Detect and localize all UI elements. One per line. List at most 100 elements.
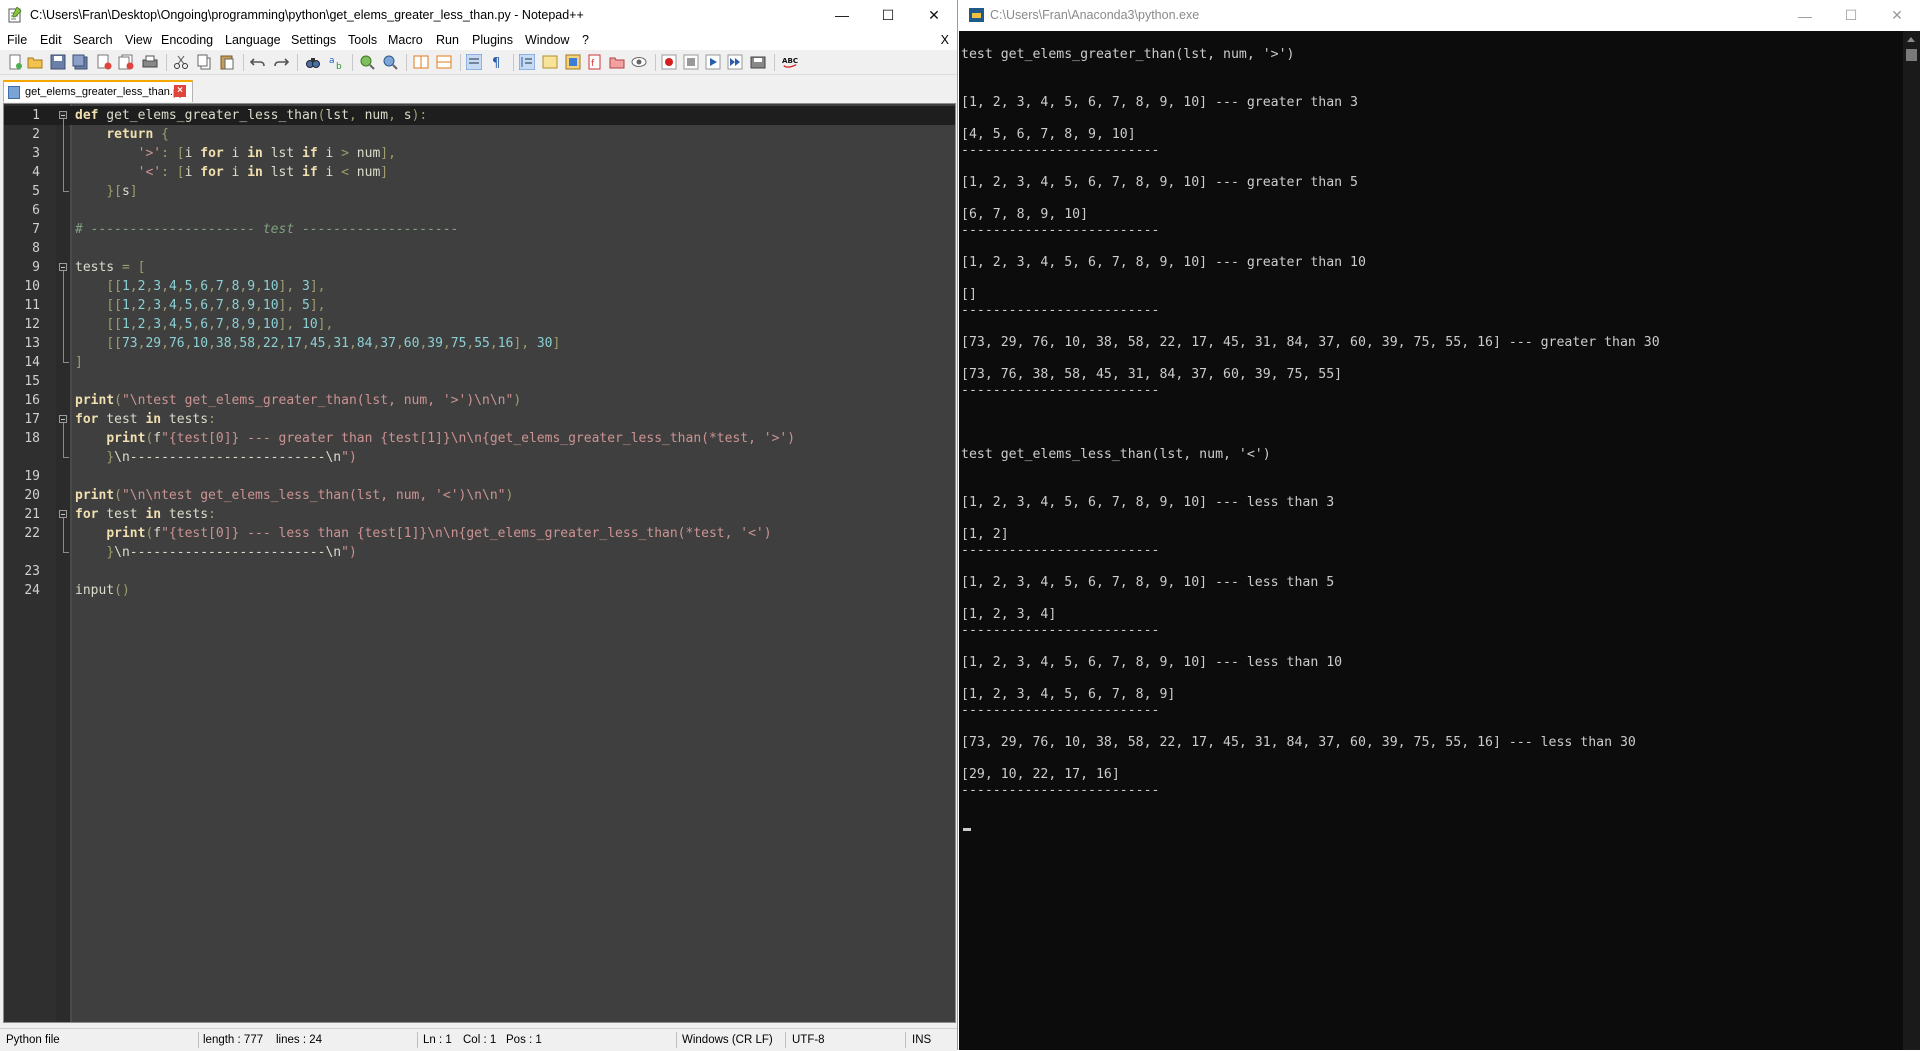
record-macro-icon[interactable] [661, 54, 677, 70]
open-file-icon[interactable] [27, 54, 43, 70]
code-line[interactable]: 21 for test in tests: [4, 505, 955, 524]
find-icon[interactable] [305, 54, 321, 70]
code-line[interactable]: 2 return { [4, 125, 955, 144]
copy-icon[interactable] [196, 54, 212, 70]
console-maximize-button[interactable]: ☐ [1828, 0, 1874, 31]
close-all-icon[interactable] [118, 54, 134, 70]
console-line: [1, 2, 3, 4, 5, 6, 7, 8, 9, 10] --- less… [961, 575, 1335, 590]
code-line[interactable]: 15 [4, 372, 955, 391]
code-line[interactable]: 13 [[73,29,76,10,38,58,22,17,45,31,84,37… [4, 334, 955, 353]
code-line[interactable]: 7 # --------------------- test ----------… [4, 220, 955, 239]
code-line[interactable]: 3 '>': [i for i in lst if i > num], [4, 144, 955, 163]
menu-search[interactable]: Search [73, 30, 113, 50]
code-line[interactable]: 1 def get_elems_greater_less_than(lst, nu… [4, 106, 955, 125]
close-file-icon[interactable] [96, 54, 112, 70]
code-line[interactable]: 6 [4, 201, 955, 220]
line-number: 21 [24, 507, 40, 522]
tab-close-icon[interactable]: × [174, 85, 186, 97]
menu-edit[interactable]: Edit [40, 30, 62, 50]
line-number: 10 [24, 279, 40, 294]
scroll-thumb[interactable] [1906, 49, 1917, 61]
code-line[interactable]: 18 print(f"{test[0]} --- greater than {t… [4, 429, 955, 448]
show-all-chars-icon[interactable]: ¶ [489, 54, 505, 70]
play-macro-icon[interactable] [705, 54, 721, 70]
code-editor[interactable]: 1 def get_elems_greater_less_than(lst, nu… [3, 103, 956, 1023]
run-macro-multiple-icon[interactable] [727, 54, 743, 70]
fold-toggle-icon[interactable] [59, 510, 67, 518]
menu-macro[interactable]: Macro [388, 30, 423, 50]
code-line[interactable]: 16 print("\ntest get_elems_greater_than(l… [4, 391, 955, 410]
menu-view[interactable]: View [125, 30, 152, 50]
code-line[interactable]: 12 [[1,2,3,4,5,6,7,8,9,10], 10], [4, 315, 955, 334]
folder-workspace-icon[interactable] [609, 54, 625, 70]
tab-label: get_elems_greater_less_than.py [25, 86, 185, 98]
sync-vertical-icon[interactable] [413, 54, 429, 70]
code-line[interactable]: }\n-------------------------\n") [4, 448, 955, 467]
save-icon[interactable] [50, 54, 66, 70]
code-line[interactable]: 5 }[s] [4, 182, 955, 201]
spell-check-icon[interactable]: ABC [782, 54, 798, 70]
code-line[interactable]: }\n-------------------------\n") [4, 543, 955, 562]
menu-language[interactable]: Language [225, 30, 281, 50]
code-line[interactable]: 4 '<': [i for i in lst if i < num] [4, 163, 955, 182]
save-macro-icon[interactable] [750, 54, 766, 70]
console-line: [73, 29, 76, 10, 38, 58, 22, 17, 45, 31,… [961, 335, 1660, 350]
menu-encoding[interactable]: Encoding [161, 30, 213, 50]
language-icon[interactable] [542, 54, 558, 70]
console-minimize-button[interactable]: — [1782, 0, 1828, 31]
close-button[interactable]: ✕ [911, 0, 957, 30]
console-scrollbar[interactable] [1903, 31, 1920, 1050]
menu-run[interactable]: Run [436, 30, 459, 50]
status-col: Col : 1 [463, 1034, 497, 1046]
code-line[interactable]: 9 tests = [ [4, 258, 955, 277]
doc-map-icon[interactable] [565, 54, 581, 70]
new-file-icon[interactable] [7, 54, 23, 70]
paste-icon[interactable] [219, 54, 235, 70]
console-line: ------------------------- [961, 543, 1160, 558]
function-list-icon[interactable]: f [587, 54, 603, 70]
print-icon[interactable] [142, 54, 158, 70]
zoom-in-icon[interactable] [359, 54, 375, 70]
save-all-icon[interactable] [72, 54, 88, 70]
indent-guide-icon[interactable] [519, 54, 535, 70]
npp-titlebar[interactable]: C:\Users\Fran\Desktop\Ongoing\programmin… [0, 0, 957, 30]
redo-icon[interactable] [273, 54, 289, 70]
maximize-button[interactable]: ☐ [865, 0, 911, 30]
menu-help[interactable]: ? [582, 30, 589, 50]
sync-horizontal-icon[interactable] [436, 54, 452, 70]
code-line[interactable]: 11 [[1,2,3,4,5,6,7,8,9,10], 5], [4, 296, 955, 315]
fold-toggle-icon[interactable] [59, 415, 67, 423]
code-line[interactable]: 24 input() [4, 581, 955, 600]
console-close-button[interactable]: ✕ [1874, 0, 1920, 31]
stop-macro-icon[interactable] [683, 54, 699, 70]
zoom-out-icon[interactable] [382, 54, 398, 70]
replace-icon[interactable]: ab [328, 54, 344, 70]
scroll-up-icon[interactable] [1907, 37, 1915, 42]
console-titlebar[interactable]: C:\Users\Fran\Anaconda3\python.exe — ☐ ✕ [959, 0, 1920, 31]
code-line[interactable]: 20 print("\n\ntest get_elems_less_than(ls… [4, 486, 955, 505]
minimize-button[interactable]: — [819, 0, 865, 30]
menu-file[interactable]: File [7, 30, 27, 50]
fold-toggle-icon[interactable] [59, 111, 67, 119]
console-output[interactable]: test get_elems_greater_than(lst, num, '>… [961, 31, 1903, 1050]
code-text: '<': [i for i in lst if i < num] [137, 165, 389, 180]
undo-icon[interactable] [250, 54, 266, 70]
cut-icon[interactable] [173, 54, 189, 70]
close-document-button[interactable]: X [941, 30, 949, 50]
code-line[interactable]: 10 [[1,2,3,4,5,6,7,8,9,10], 3], [4, 277, 955, 296]
fold-toggle-icon[interactable] [59, 263, 67, 271]
code-line[interactable]: 19 [4, 467, 955, 486]
monitoring-icon[interactable] [631, 54, 647, 70]
menu-tools[interactable]: Tools [348, 30, 377, 50]
menu-window[interactable]: Window [525, 30, 569, 50]
tab-file[interactable]: get_elems_greater_less_than.py × [3, 80, 193, 102]
word-wrap-icon[interactable] [466, 54, 482, 70]
menu-settings[interactable]: Settings [291, 30, 336, 50]
code-line[interactable]: 8 [4, 239, 955, 258]
code-line[interactable]: 14] [4, 353, 955, 372]
menu-plugins[interactable]: Plugins [472, 30, 513, 50]
code-line[interactable]: 17 for test in tests: [4, 410, 955, 429]
code-line[interactable]: 22 print(f"{test[0]} --- less than {test… [4, 524, 955, 543]
code-line[interactable]: 23 [4, 562, 955, 581]
console-window: C:\Users\Fran\Anaconda3\python.exe — ☐ ✕… [959, 0, 1920, 1050]
